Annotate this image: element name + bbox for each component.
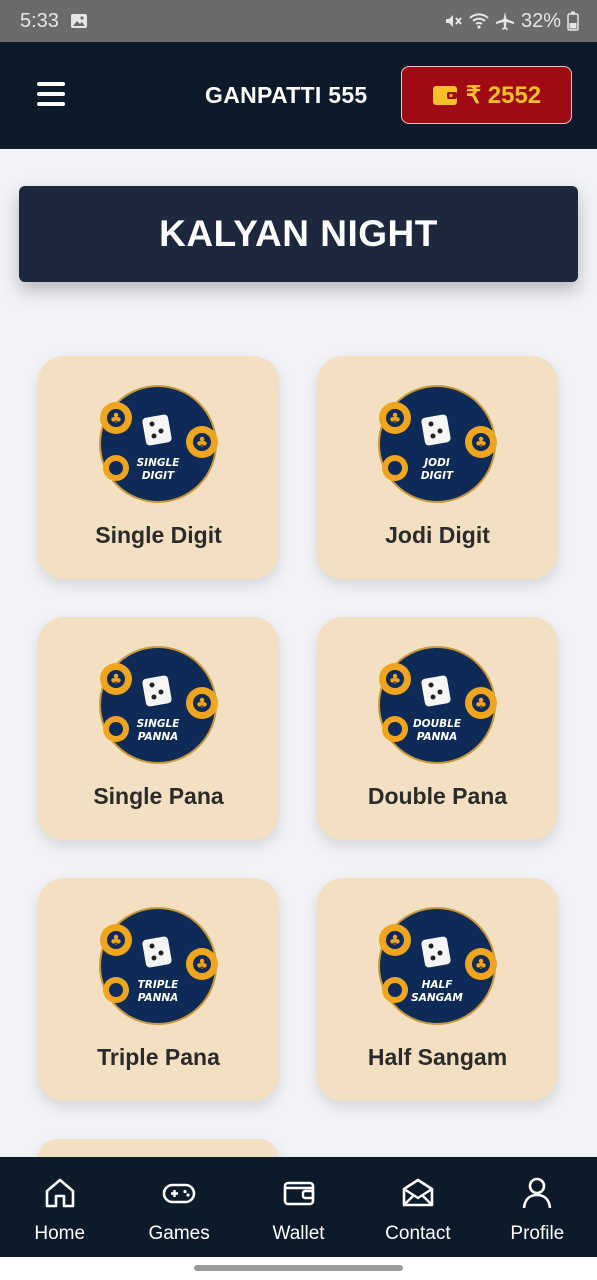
gesture-bar-area [0,1257,597,1280]
game-card-single-pana[interactable]: ♣ ♣ SINGLE PANNA Single Pana [38,617,279,840]
poker-chip-icon: ♣ [186,948,218,980]
badge-line2: PANNA [138,731,179,743]
svg-text:♣: ♣ [475,696,488,712]
svg-text:♣: ♣ [475,435,488,451]
svg-text:♣: ♣ [110,933,123,949]
market-title-banner: KALYAN NIGHT [19,186,578,282]
game-card-label: Single Pana [93,783,224,809]
game-badge-icon: ♣ ♣ DOUBLEPANNA [378,646,497,764]
svg-text:♣: ♣ [196,696,209,712]
badge-line2: PANNA [138,992,179,1004]
poker-chip-icon: ♣ [100,924,132,956]
game-card-double-pana[interactable]: ♣ ♣ DOUBLE PANNA Double Pana [317,617,558,840]
market-name: KALYAN NIGHT [159,213,438,254]
poker-chip-icon [382,716,408,742]
poker-chip-icon: ♣ [379,924,411,956]
badge-line1: SINGLE [137,718,181,730]
badge-line1: TRIPLE [138,979,180,991]
poker-chip-icon: ♣ [100,663,132,695]
poker-chip-icon: ♣ [100,402,132,434]
svg-text:♣: ♣ [196,435,209,451]
game-card-triple-pana[interactable]: ♣ ♣ TRIPLE PANNA Triple Pana [38,878,279,1101]
wallet-icon [283,1181,314,1206]
poker-chip-icon: ♣ [379,402,411,434]
poker-chip-icon [103,455,129,481]
badge-line1: DOUBLE [413,718,462,730]
hamburger-icon[interactable] [37,82,65,106]
nav-home-label: Home [34,1223,86,1244]
badge-line1: JODI [422,457,450,469]
status-bar: 5:33 32% [0,0,597,42]
nav-games[interactable]: Games [119,1157,238,1257]
game-card-single-digit[interactable]: ♣ ♣ SINGLE DIGIT Single Digit [38,356,279,579]
poker-chip-icon: ♣ [465,687,497,719]
gallery-icon [70,14,87,28]
nav-wallet-label: Wallet [272,1223,325,1244]
game-card-label: Double Pana [367,783,508,809]
svg-text:♣: ♣ [389,411,402,427]
airplane-icon [495,12,514,30]
home-icon [45,1178,75,1208]
bottom-navigation: Home Games Wallet Contact Profile [0,1157,597,1257]
nav-wallet[interactable]: Wallet [239,1157,358,1257]
status-time: 5:33 [20,9,59,32]
nav-contact-label: Contact [385,1223,451,1244]
game-card-label: Triple Pana [97,1044,220,1070]
badge-line2: DIGIT [421,470,454,482]
badge-line1: HALF [422,979,454,991]
battery-level: 32% [520,9,561,32]
nav-home[interactable]: Home [0,1157,119,1257]
svg-text:♣: ♣ [389,933,402,949]
svg-text:♣: ♣ [196,957,209,973]
game-badge-icon: ♣ ♣ TRIPLEPANNA [99,907,218,1025]
game-badge-icon: ♣ ♣ HALFSANGAM [378,907,497,1025]
gesture-handle[interactable] [194,1265,403,1271]
nav-profile[interactable]: Profile [478,1157,597,1257]
svg-text:♣: ♣ [110,411,123,427]
badge-line2: PANNA [417,731,458,743]
poker-chip-icon: ♣ [186,687,218,719]
svg-text:♣: ♣ [475,957,488,973]
wallet-icon [432,86,457,105]
game-badge-icon: ♣ ♣ JODIDIGIT [378,385,497,503]
poker-chip-icon [382,455,408,481]
game-card-label: Half Sangam [367,1044,508,1070]
poker-chip-icon: ♣ [186,426,218,458]
poker-chip-icon: ♣ [379,663,411,695]
mail-icon [402,1178,434,1207]
wifi-icon [469,13,489,29]
wallet-amount: ₹ 2552 [465,81,542,109]
poker-chip-icon: ♣ [465,948,497,980]
badge-line2: SANGAM [411,992,463,1004]
nav-games-label: Games [148,1223,210,1244]
poker-chip-icon [382,977,408,1003]
badge-line1: SINGLE [137,457,181,469]
game-card-label: Single Digit [95,522,222,548]
game-badge-icon: ♣ ♣ SINGLEPANNA [99,646,218,764]
game-card-half-sangam[interactable]: ♣ ♣ HALF SANGAM Half Sangam [317,878,558,1101]
app-title: GANPATTI 555 [205,82,368,108]
nav-contact[interactable]: Contact [358,1157,477,1257]
game-badge-icon: ♣ ♣ SINGLEDIGIT [99,385,218,503]
svg-text:♣: ♣ [110,672,123,688]
poker-chip-icon [103,716,129,742]
app-header: GANPATTI 555 ₹ 2552 [0,42,597,149]
nav-profile-label: Profile [510,1223,565,1244]
wallet-balance-button[interactable]: ₹ 2552 [401,66,572,124]
game-card-label: Jodi Digit [385,522,490,548]
svg-text:♣: ♣ [389,672,402,688]
badge-line2: DIGIT [142,470,175,482]
game-card-jodi-digit[interactable]: ♣ ♣ JODI DIGIT Jodi Digit [317,356,558,579]
poker-chip-icon [103,977,129,1003]
poker-chip-icon: ♣ [465,426,497,458]
gamepad-icon [162,1183,196,1204]
mute-icon [445,15,462,27]
battery-icon [567,11,579,31]
profile-icon [523,1177,552,1209]
